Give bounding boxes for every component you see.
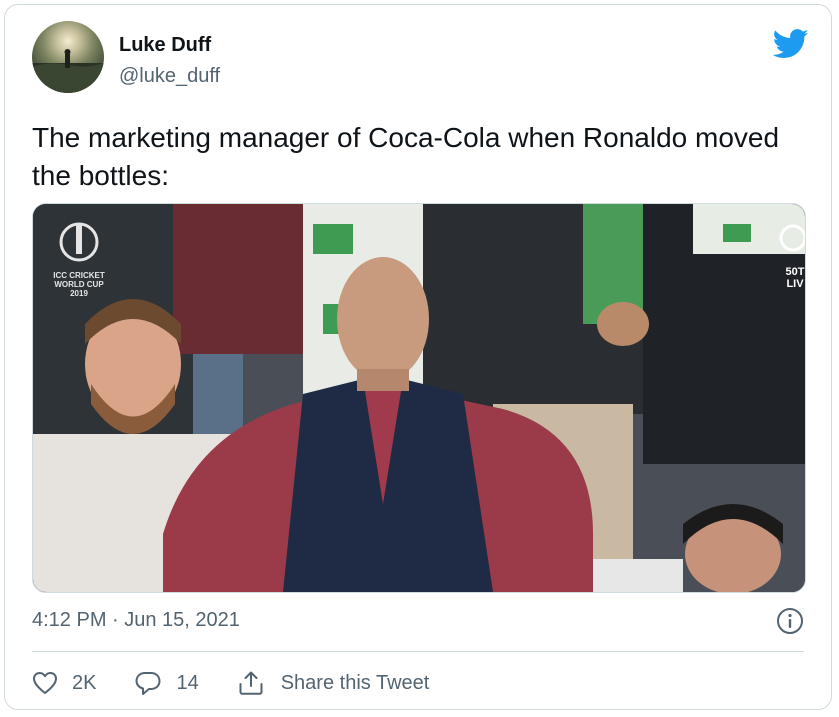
tweet-text: The marketing manager of Coca-Cola when … <box>32 122 780 191</box>
info-icon[interactable] <box>776 607 804 635</box>
twitter-bird-icon[interactable] <box>772 29 809 59</box>
comment-icon <box>135 672 161 695</box>
reply-count: 14 <box>176 671 199 694</box>
avatar[interactable] <box>32 21 104 93</box>
like-count: 2K <box>72 671 97 694</box>
share-button[interactable]: Share this Tweet <box>237 670 430 696</box>
reply-button[interactable]: 14 <box>134 670 199 696</box>
score-line-2: LIV <box>786 278 804 290</box>
share-label: Share this Tweet <box>280 671 430 694</box>
tweet-card: Luke Duff @luke_duff The marketing manag… <box>4 4 832 710</box>
share-icon <box>239 671 263 695</box>
tweet-media-image[interactable]: ICC CRICKET WORLD CUP 2019 50T LIV <box>32 203 806 593</box>
logo-line-3: 2019 <box>70 289 88 298</box>
author-name[interactable]: Luke Duff <box>119 34 211 57</box>
like-button[interactable]: 2K <box>32 671 96 695</box>
logo-line-1: ICC CRICKET <box>53 271 105 280</box>
score-line-1: 50T <box>786 266 805 278</box>
divider <box>32 651 804 652</box>
author-handle[interactable]: @luke_duff <box>119 65 220 88</box>
logo-line-2: WORLD CUP <box>54 280 104 289</box>
action-bar: 2K 14 Share this Tweet <box>32 665 467 701</box>
heart-icon <box>33 672 57 694</box>
tweet-timestamp[interactable]: 4:12 PM · Jun 15, 2021 <box>32 609 240 632</box>
